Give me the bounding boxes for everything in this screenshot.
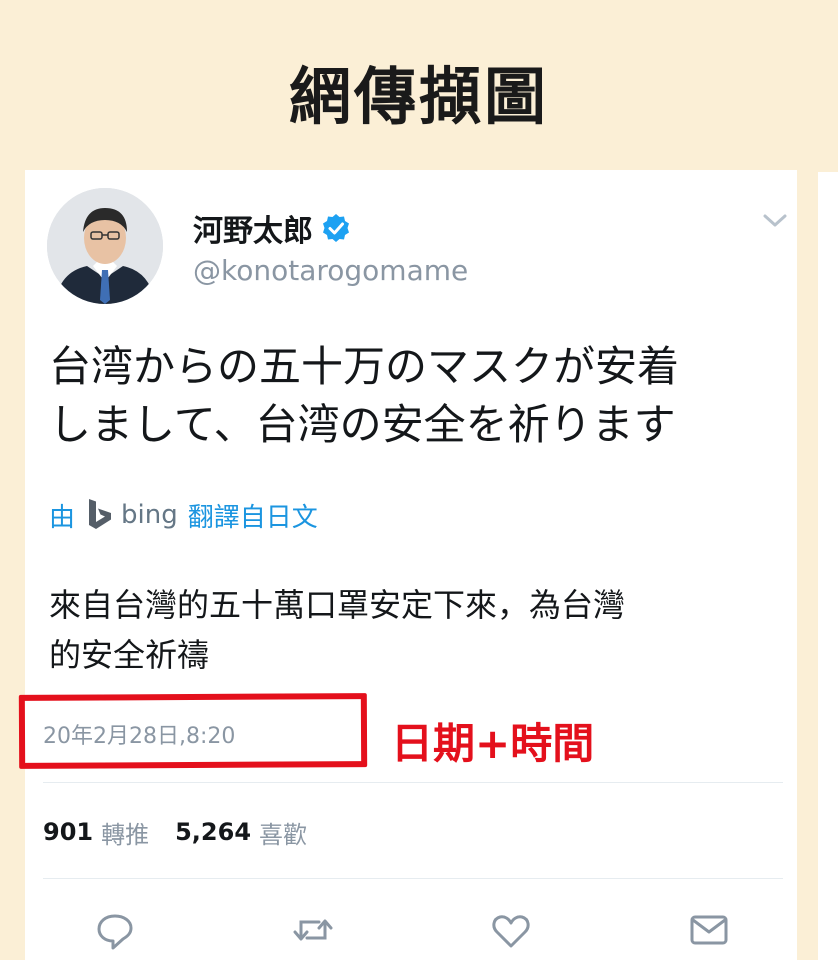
- display-name[interactable]: 河野太郎: [193, 206, 313, 250]
- divider: [43, 782, 783, 783]
- bing-label: bing: [121, 500, 178, 530]
- like-label[interactable]: 喜歡: [259, 815, 307, 850]
- retweet-label[interactable]: 轉推: [101, 815, 149, 850]
- avatar-portrait-icon: [47, 188, 163, 304]
- display-name-row[interactable]: 河野太郎: [193, 206, 351, 250]
- chevron-down-icon[interactable]: [762, 212, 788, 230]
- retweet-count[interactable]: 901: [43, 818, 93, 846]
- envelope-icon[interactable]: [687, 908, 731, 952]
- annotation-label: 日期+時間: [391, 719, 595, 768]
- translated-text: 來自台灣的五十萬口罩安定下來，為台灣 的安全祈禱: [49, 580, 789, 680]
- timestamp-highlight-box: [18, 693, 368, 769]
- heart-icon[interactable]: [489, 908, 533, 952]
- translate-prefix: 由: [49, 502, 76, 533]
- translate-attribution[interactable]: 由 bing 翻譯自日文: [49, 494, 318, 536]
- tweet-text: 台湾からの五十万のマスクが安着 しまして、台湾の安全を祈ります: [49, 338, 789, 454]
- translate-suffix[interactable]: 翻譯自日文: [188, 497, 318, 534]
- engagement-stats: 901 轉推 5,264 喜歡: [43, 814, 307, 850]
- translated-text-line: 來自台灣的五十萬口罩安定下來，為台灣: [49, 586, 626, 624]
- adjacent-card-edge: [818, 172, 838, 960]
- like-count[interactable]: 5,264: [175, 818, 251, 846]
- tweet-text-line: 台湾からの五十万のマスクが安着: [49, 342, 680, 391]
- verified-badge-icon: [321, 213, 351, 243]
- divider: [43, 878, 783, 879]
- translated-text-line: 的安全祈禱: [49, 636, 210, 674]
- tweet-text-line: しまして、台湾の安全を祈ります: [49, 400, 676, 449]
- tweet-card: 河野太郎 @konotarogomame 台湾からの五十万のマスクが安着 しまし…: [18, 170, 797, 960]
- reply-icon[interactable]: [93, 908, 137, 952]
- tweet-actions: [25, 908, 797, 958]
- retweet-icon[interactable]: [291, 908, 335, 952]
- page-heading: 網傳擷圖: [288, 60, 549, 133]
- avatar[interactable]: [47, 188, 163, 304]
- handle[interactable]: @konotarogomame: [193, 254, 468, 287]
- bing-logo-icon: [85, 497, 115, 533]
